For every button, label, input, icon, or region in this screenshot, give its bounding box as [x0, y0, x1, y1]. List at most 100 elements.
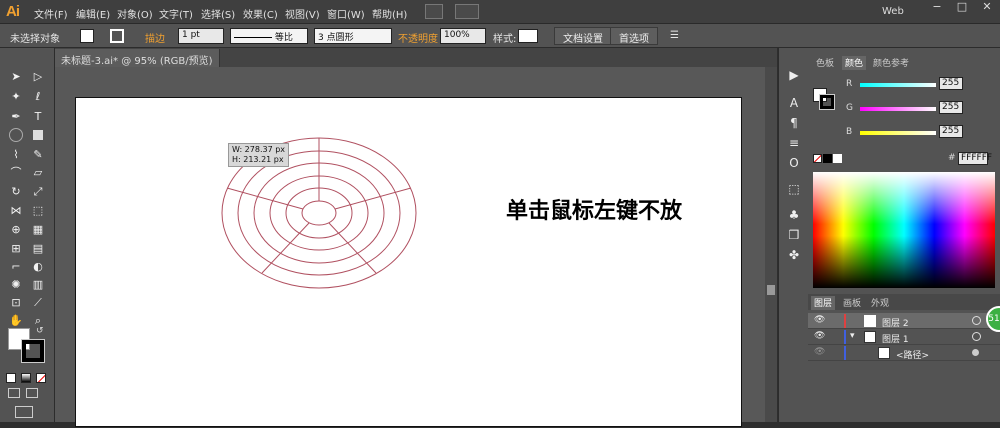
paintbrush-tool-icon[interactable]: ⌇ [9, 148, 23, 162]
expand-triangle-icon[interactable]: ▾ [850, 331, 855, 341]
pen-tool-icon[interactable]: ✒ [9, 110, 23, 124]
stroke-swatch[interactable] [110, 29, 124, 43]
layer-row[interactable]: 👁 ▾ 图层 1 [808, 329, 1000, 345]
blend-tool-icon[interactable]: ◐ [31, 260, 45, 274]
tab-appearance[interactable]: 外观 [868, 296, 892, 310]
scale-tool-icon[interactable]: ⤢ [31, 185, 45, 199]
width-tool-icon[interactable]: ⋈ [9, 204, 23, 218]
color-mode-icon[interactable] [6, 373, 16, 383]
draw-normal-icon[interactable] [8, 388, 20, 398]
menu-file[interactable]: 文件(F) [34, 6, 68, 21]
rotate-tool-icon[interactable]: ↻ [9, 185, 23, 199]
menu-type[interactable]: 文字(T) [159, 6, 193, 21]
graphic-styles-icon[interactable]: ❒ [787, 228, 801, 242]
document-setup-button[interactable]: 文档设置 [554, 27, 612, 45]
close-button[interactable]: ✕ [975, 0, 999, 16]
menu-window[interactable]: 窗口(W) [327, 6, 365, 21]
g-slider[interactable] [860, 107, 936, 111]
none-swatch[interactable] [813, 154, 822, 163]
menu-object[interactable]: 对象(O) [117, 6, 153, 21]
column-graph-tool-icon[interactable]: ▥ [31, 278, 45, 292]
target-icon[interactable] [972, 332, 981, 341]
magic-wand-tool-icon[interactable]: ✦ [9, 90, 23, 104]
opentype-icon[interactable]: O [787, 156, 801, 170]
target-icon[interactable] [972, 349, 979, 356]
vertical-scrollbar[interactable] [765, 67, 777, 422]
layer-name[interactable]: 图层 2 [882, 316, 909, 329]
color-stroke-box[interactable] [819, 94, 835, 110]
swap-colors-icon[interactable]: ↺ [36, 326, 44, 336]
screen-mode-icon[interactable] [15, 406, 33, 418]
stroke-label[interactable]: 描边 [145, 30, 165, 45]
character-icon[interactable]: A [787, 96, 801, 110]
tab-color-guide[interactable]: 颜色参考 [870, 56, 912, 70]
free-transform-tool-icon[interactable]: ⬚ [31, 204, 45, 218]
selection-tool-icon[interactable]: ➤ [9, 70, 23, 84]
tab-color[interactable]: 颜色 [842, 56, 867, 70]
polar-grid-tool-icon[interactable] [9, 128, 23, 142]
visibility-eye-icon[interactable]: 👁 [814, 315, 825, 325]
draw-behind-icon[interactable] [26, 388, 38, 398]
g-value[interactable]: 255 [939, 101, 963, 114]
play-icon[interactable]: ▶ [787, 68, 801, 82]
target-icon[interactable] [972, 316, 981, 325]
paragraph-icon[interactable]: ¶ [787, 116, 801, 130]
r-slider[interactable] [860, 83, 936, 87]
color-spectrum[interactable] [813, 172, 995, 288]
transform-icon[interactable]: ⬚ [787, 182, 801, 196]
blob-brush-tool-icon[interactable]: ⌒ [9, 166, 23, 180]
stroke-weight-field[interactable]: 1 pt [178, 28, 224, 44]
lasso-tool-icon[interactable]: ℓ [31, 90, 45, 104]
menu-view[interactable]: 视图(V) [285, 6, 320, 21]
slice-tool-icon[interactable]: ⟋ [31, 296, 45, 310]
direct-selection-tool-icon[interactable]: ▷ [31, 70, 45, 84]
stroke-color-box[interactable] [21, 339, 45, 363]
graphic-style-swatch[interactable] [518, 29, 538, 43]
layer-name[interactable]: <路径> [896, 348, 929, 361]
opacity-field[interactable]: 100% [440, 28, 486, 44]
perspective-grid-tool-icon[interactable]: ▦ [31, 223, 45, 237]
bridge-icon[interactable] [425, 4, 443, 19]
type-tool-icon[interactable]: T [31, 110, 45, 124]
polar-grid-drawing[interactable] [76, 98, 743, 428]
menu-effect[interactable]: 效果(C) [243, 6, 278, 21]
layer-row[interactable]: 👁 <路径> [808, 345, 1000, 361]
pencil-tool-icon[interactable]: ✎ [31, 148, 45, 162]
symbol-sprayer-tool-icon[interactable]: ✺ [9, 278, 23, 292]
opacity-label[interactable]: 不透明度 [398, 30, 438, 45]
black-swatch[interactable] [823, 154, 832, 163]
rectangle-tool-icon[interactable] [33, 130, 43, 140]
stroke-profile-dropdown[interactable]: 等比 [230, 28, 308, 44]
tab-layers[interactable]: 图层 [811, 296, 836, 310]
visibility-eye-icon[interactable]: 👁 [814, 331, 825, 341]
none-mode-icon[interactable] [36, 373, 46, 383]
panel-options-icon[interactable]: ☰ [670, 30, 679, 41]
arrange-documents-icon[interactable] [455, 4, 479, 19]
eyedropper-tool-icon[interactable]: ⌐ [9, 260, 23, 274]
tab-artboards[interactable]: 画板 [840, 296, 864, 310]
restore-button[interactable]: □ [950, 0, 974, 16]
artboard[interactable]: W: 278.37 px H: 213.21 px 单击鼠标左键不放 [75, 97, 742, 427]
canvas-area[interactable]: W: 278.37 px H: 213.21 px 单击鼠标左键不放 [55, 67, 765, 427]
scrollbar-thumb[interactable] [767, 285, 775, 295]
menu-help[interactable]: 帮助(H) [372, 6, 407, 21]
minimize-button[interactable]: − [925, 0, 949, 16]
shape-builder-tool-icon[interactable]: ⊕ [9, 223, 23, 237]
hex-value[interactable]: FFFFFF [958, 152, 992, 165]
gradient-tool-icon[interactable]: ▤ [31, 242, 45, 256]
hand-tool-icon[interactable]: ✋ [9, 314, 23, 328]
b-slider[interactable] [860, 131, 936, 135]
white-swatch[interactable] [833, 154, 842, 163]
tab-swatches[interactable]: 色板 [813, 56, 837, 70]
layer-name[interactable]: 图层 1 [882, 332, 909, 345]
artboard-tool-icon[interactable]: ⊡ [9, 296, 23, 310]
preferences-button[interactable]: 首选项 [610, 27, 658, 45]
fill-swatch[interactable] [80, 29, 94, 43]
menu-select[interactable]: 选择(S) [201, 6, 235, 21]
brush-dropdown[interactable]: 3 点圆形 [314, 28, 392, 44]
align-icon[interactable]: ≡ [787, 136, 801, 150]
visibility-eye-icon[interactable]: 👁 [814, 347, 825, 357]
r-value[interactable]: 255 [939, 77, 963, 90]
mesh-tool-icon[interactable]: ⊞ [9, 242, 23, 256]
eraser-tool-icon[interactable]: ▱ [31, 166, 45, 180]
